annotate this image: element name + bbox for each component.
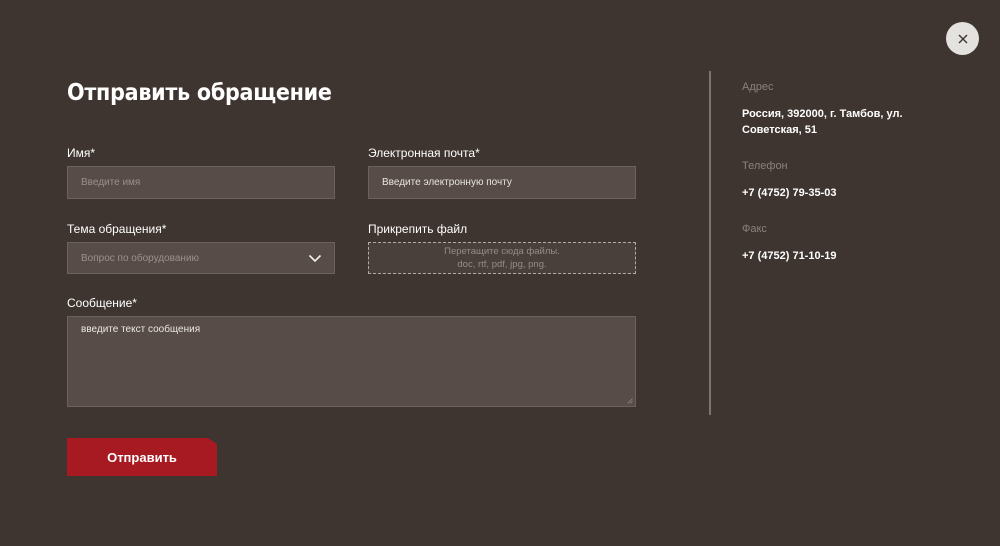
topic-select[interactable]: Вопрос по оборудованию [67,242,335,274]
phone-heading: Телефон [742,160,788,172]
dropzone-formats: doc, rtf, pdf, jpg, png. [457,259,547,270]
resize-grip-icon[interactable] [627,398,633,404]
address-line-2: Советская, 51 [742,124,818,136]
address-heading: Адрес [742,81,774,93]
email-label: Электронная почта* [368,146,480,160]
chevron-down-icon [308,254,322,263]
fax-heading: Факс [742,223,767,235]
name-label: Имя* [67,146,96,160]
message-placeholder: введите текст сообщения [81,324,201,335]
message-label: Сообщение* [67,296,137,310]
file-dropzone[interactable]: Перетащите сюда файлы. doc, rtf, pdf, jp… [368,242,636,274]
fax-value: +7 (4752) 71-10-19 [742,250,837,262]
page-title: Отправить обращение [67,80,332,106]
dropzone-hint: Перетащите сюда файлы. [444,246,560,257]
phone-value[interactable]: +7 (4752) 79-35-03 [742,185,836,201]
address-line-1: Россия, 392000, г. Тамбов, ул. [742,108,903,120]
topic-label: Тема обращения* [67,222,167,236]
vertical-divider [709,71,711,415]
topic-select-value: Вопрос по оборудованию [81,252,200,264]
message-textarea[interactable]: введите текст сообщения [67,316,636,407]
name-input[interactable]: Введите имя [67,166,335,199]
close-button[interactable] [946,22,979,55]
submit-button[interactable]: Отправить [67,438,217,476]
email-input[interactable]: Введите электронную почту [368,166,636,199]
attachment-label: Прикрепить файл [368,222,468,236]
close-icon [958,34,967,43]
